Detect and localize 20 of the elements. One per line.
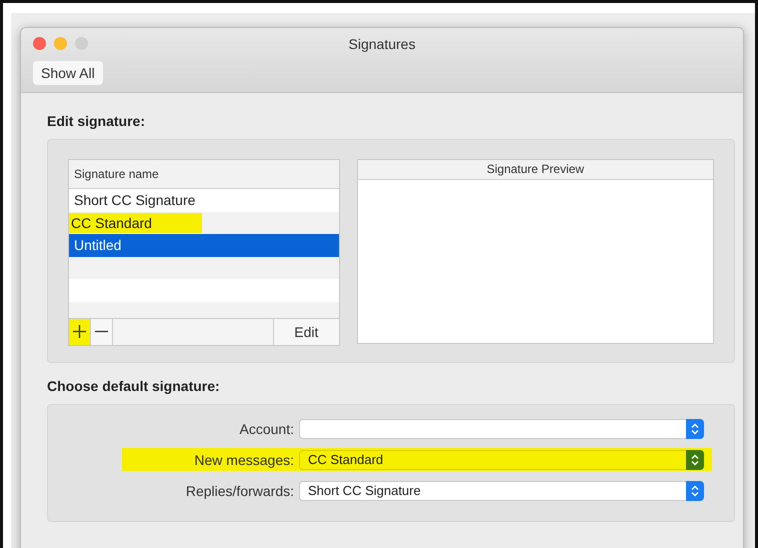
window-title: Signatures <box>348 36 416 52</box>
close-icon[interactable] <box>33 37 46 50</box>
signature-dropdown[interactable]: Short CC Signature <box>299 480 704 500</box>
plus-icon <box>73 324 86 338</box>
stepper-icon <box>686 418 704 438</box>
section-title: Choose default signature: <box>47 378 221 394</box>
add-button[interactable] <box>69 319 91 345</box>
show-all-button[interactable]: Show All <box>33 61 103 85</box>
signature-dropdown[interactable] <box>299 418 704 438</box>
signature-row[interactable]: CC Standard <box>69 212 339 234</box>
stepper-icon <box>686 480 704 500</box>
section-title: Edit signature: <box>47 113 146 129</box>
field-label: Account: <box>238 420 295 436</box>
column-header: Signature name <box>69 160 339 189</box>
signature-dropdown[interactable]: CC Standard <box>299 450 704 470</box>
stepper-icon <box>686 450 704 470</box>
signature-row[interactable]: Untitled <box>69 234 339 256</box>
field-label: New messages: <box>193 452 295 468</box>
preview-header: Signature Preview <box>358 160 713 180</box>
field-label: Replies/forwards: <box>184 482 295 498</box>
